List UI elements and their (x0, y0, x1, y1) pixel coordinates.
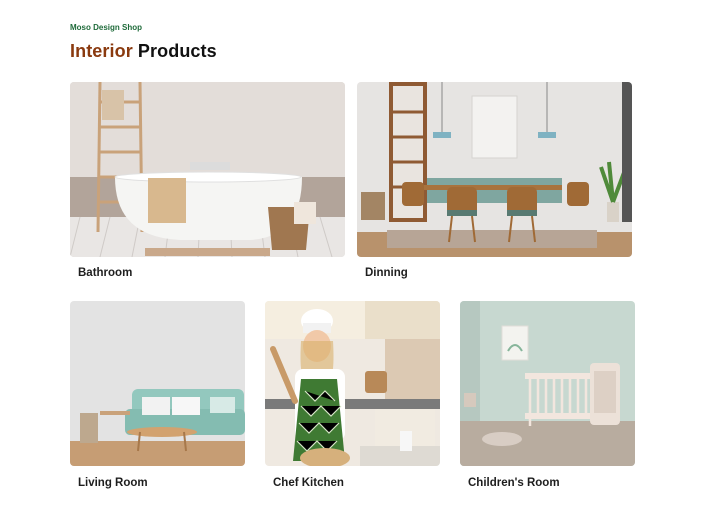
kitchen-image[interactable] (265, 301, 440, 466)
product-card-living-room[interactable]: Living Room (70, 301, 245, 496)
shop-name[interactable]: Moso Design Shop (70, 23, 142, 32)
product-label-bathroom[interactable]: Bathroom (78, 267, 132, 279)
product-card-chef-kitchen[interactable]: Chef Kitchen (265, 301, 440, 496)
product-card-childrens-room[interactable]: Children's Room (460, 301, 635, 496)
product-card-bathroom[interactable]: Bathroom (70, 82, 345, 282)
nursery-image[interactable] (460, 301, 635, 466)
product-label-dinning[interactable]: Dinning (365, 267, 408, 279)
page-title-rest: Products (137, 41, 217, 61)
product-label-chef-kitchen[interactable]: Chef Kitchen (273, 477, 344, 489)
product-label-childrens-room[interactable]: Children's Room (468, 477, 560, 489)
dining-image[interactable] (357, 82, 632, 257)
page-title-accent: Interior (70, 41, 133, 61)
page: Moso Design Shop Interior Products Bathr… (0, 0, 722, 516)
product-card-dinning[interactable]: Dinning (357, 82, 632, 282)
product-label-living-room[interactable]: Living Room (78, 477, 148, 489)
page-title: Interior Products (70, 41, 217, 62)
bathroom-image[interactable] (70, 82, 345, 257)
living-room-image[interactable] (70, 301, 245, 466)
